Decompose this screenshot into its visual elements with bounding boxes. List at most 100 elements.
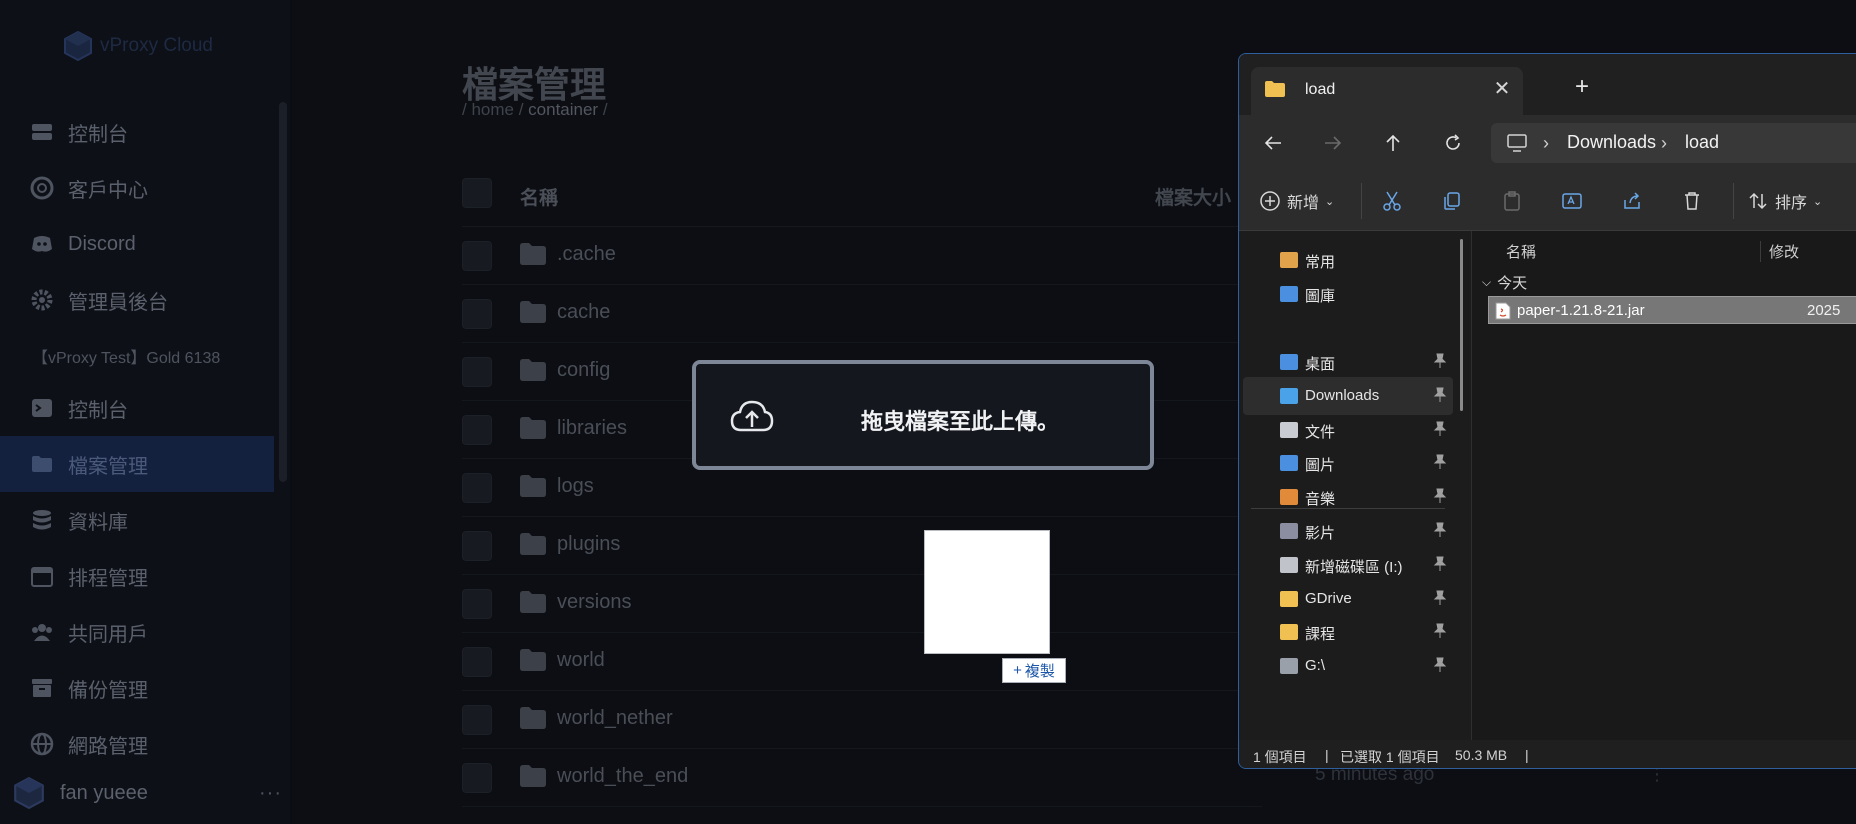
refresh-button[interactable]	[1439, 129, 1467, 157]
address-bar[interactable]: › Downloads › load	[1491, 123, 1856, 163]
sidebar-item-console[interactable]: 控制台	[0, 380, 274, 436]
sidebar-item-schedules[interactable]: 排程管理	[0, 548, 274, 604]
column-header-name[interactable]: 名稱	[1506, 241, 1536, 262]
breadcrumb-root[interactable]: / home /	[462, 100, 523, 119]
paste-button[interactable]	[1501, 187, 1523, 215]
nav-item-label: 文件	[1305, 424, 1336, 441]
upload-dropzone[interactable]: 拖曳檔案至此上傳。	[692, 360, 1154, 470]
paste-icon	[1504, 191, 1520, 211]
sidebar-item-admin[interactable]: 管理員後台	[0, 272, 274, 328]
row-file-name[interactable]: plugins	[557, 533, 620, 556]
forward-button[interactable]	[1319, 129, 1347, 157]
new-button[interactable]: 新增 ⌄	[1259, 187, 1334, 215]
folder-icon	[1280, 624, 1298, 640]
table-row[interactable]: plugins	[462, 517, 1262, 575]
table-row[interactable]: .cache	[462, 227, 1262, 285]
nav-pane-scrollbar[interactable]	[1460, 239, 1463, 411]
sidebar-item-network[interactable]: 網路管理	[0, 716, 274, 772]
sidebar-item-discord[interactable]: Discord	[0, 216, 274, 272]
column-header-modified[interactable]: 修改	[1760, 241, 1799, 262]
new-tab-button[interactable]: +	[1569, 73, 1595, 100]
explorer-titlebar: load ✕ +	[1239, 54, 1856, 115]
table-row[interactable]: world_the_end	[462, 749, 1262, 807]
nav-item[interactable]: 常用	[1243, 241, 1453, 279]
folder-icon	[520, 417, 546, 439]
rename-button[interactable]	[1561, 187, 1583, 215]
status-item-count: 1 個項目	[1253, 749, 1307, 765]
sidebar-item-shared-users[interactable]: 共同用戶	[0, 604, 274, 660]
user-menu[interactable]: fan yueee ···	[12, 776, 282, 810]
row-checkbox[interactable]	[462, 647, 492, 677]
file-item-selected[interactable]: paper-1.21.8-21.jar 2025	[1488, 296, 1856, 324]
column-name[interactable]: 名稱	[520, 183, 558, 210]
pin-icon	[1433, 590, 1447, 605]
sidebar-item-file-manager[interactable]: 檔案管理	[0, 436, 274, 492]
row-checkbox[interactable]	[462, 589, 492, 619]
pin-icon	[1433, 556, 1447, 571]
nav-item[interactable]: 桌面	[1243, 343, 1453, 381]
nav-item[interactable]: 課程	[1243, 613, 1453, 651]
row-checkbox[interactable]	[462, 357, 492, 387]
breadcrumb-tail: /	[602, 100, 608, 119]
toolbar-divider	[1361, 183, 1362, 219]
row-file-name[interactable]: world_the_end	[557, 765, 688, 788]
address-crumb-load[interactable]: load	[1685, 132, 1719, 153]
app-root: vProxy Cloud 控制台 客戶中心 Discord 管理員後台 【vPr…	[0, 0, 1856, 824]
nav-item[interactable]: 圖片	[1243, 444, 1453, 482]
row-checkbox[interactable]	[462, 763, 492, 793]
sidebar-item-dashboard[interactable]: 控制台	[0, 104, 274, 160]
sidebar-item-client-center[interactable]: 客戶中心	[0, 160, 274, 216]
copy-button[interactable]	[1441, 187, 1463, 215]
sidebar-item-label: 檔案管理	[68, 455, 148, 478]
more-icon[interactable]: ···	[259, 782, 282, 805]
row-checkbox[interactable]	[462, 473, 492, 503]
pin-icon	[1433, 488, 1447, 503]
table-row[interactable]: versions	[462, 575, 1262, 633]
row-file-name[interactable]: config	[557, 359, 610, 382]
row-checkbox[interactable]	[462, 241, 492, 271]
nav-item[interactable]: G:\	[1243, 647, 1453, 685]
sidebar-item-label: 網路管理	[68, 735, 148, 758]
nav-item-label: 圖庫	[1305, 288, 1336, 305]
group-header-today[interactable]: ⌵ 今天	[1482, 272, 1527, 293]
logo[interactable]: vProxy Cloud	[62, 30, 213, 62]
share-button[interactable]	[1621, 187, 1643, 215]
nav-item[interactable]: Downloads	[1243, 377, 1453, 415]
nav-item[interactable]: 音樂	[1243, 478, 1453, 516]
row-checkbox[interactable]	[462, 415, 492, 445]
select-all-checkbox[interactable]	[462, 178, 492, 208]
sidebar-item-database[interactable]: 資料庫	[0, 492, 274, 548]
nav-item[interactable]: 圖庫	[1243, 275, 1453, 313]
group-label: 今天	[1497, 275, 1528, 292]
delete-button[interactable]	[1681, 187, 1703, 215]
sidebar-scrollbar[interactable]	[279, 102, 287, 482]
back-button[interactable]	[1259, 129, 1287, 157]
toolbar-divider	[1733, 183, 1734, 219]
row-file-name[interactable]: .cache	[557, 243, 616, 266]
table-row[interactable]: cache	[462, 285, 1262, 343]
row-file-name[interactable]: logs	[557, 475, 594, 498]
sidebar-item-backups[interactable]: 備份管理	[0, 660, 274, 716]
row-file-name[interactable]: libraries	[557, 417, 627, 440]
row-file-name[interactable]: versions	[557, 591, 631, 614]
close-tab-icon[interactable]: ✕	[1489, 75, 1515, 101]
row-file-name[interactable]: cache	[557, 301, 610, 324]
nav-item[interactable]: 新增磁碟區 (I:)	[1243, 546, 1453, 584]
address-crumb-downloads[interactable]: Downloads	[1567, 132, 1656, 153]
explorer-tab[interactable]: load ✕	[1251, 67, 1523, 115]
dropzone-text: 拖曳檔案至此上傳。	[861, 409, 1060, 434]
up-button[interactable]	[1379, 129, 1407, 157]
column-size[interactable]: 檔案大小	[1155, 183, 1231, 210]
table-row[interactable]: world	[462, 633, 1262, 691]
row-checkbox[interactable]	[462, 299, 492, 329]
scissors-icon	[1383, 191, 1401, 211]
row-checkbox[interactable]	[462, 531, 492, 561]
sort-button[interactable]: 排序 ⌄	[1747, 187, 1822, 215]
nav-item[interactable]: 影片	[1243, 512, 1453, 550]
table-row[interactable]: world_nether	[462, 691, 1262, 749]
row-file-name[interactable]: world_nether	[557, 707, 673, 730]
row-file-name[interactable]: world	[557, 649, 605, 672]
breadcrumb-current[interactable]: container	[528, 100, 598, 119]
row-checkbox[interactable]	[462, 705, 492, 735]
cut-button[interactable]	[1381, 187, 1403, 215]
